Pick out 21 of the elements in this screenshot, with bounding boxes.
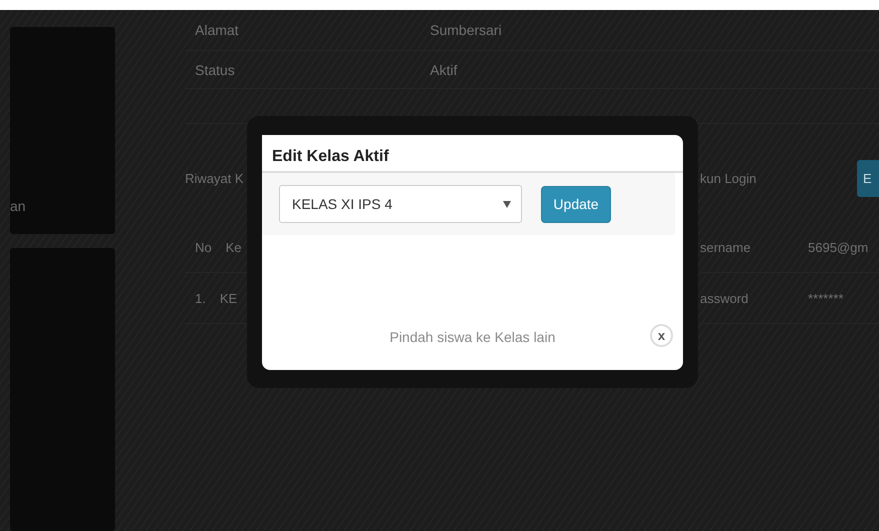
column-header: No bbox=[195, 240, 212, 254]
field-value: 5695@gm bbox=[808, 240, 868, 254]
field-value: Sumbersari bbox=[430, 22, 502, 38]
table-cell: KE bbox=[220, 290, 238, 306]
field-value: ******* bbox=[808, 290, 844, 306]
column-header: Ke bbox=[226, 240, 242, 254]
close-button[interactable]: x bbox=[650, 324, 673, 347]
table-cell: 1. bbox=[195, 290, 206, 306]
field-label: Status bbox=[195, 62, 235, 78]
sidebar-item[interactable]: an bbox=[10, 198, 26, 214]
field-label: Alamat bbox=[195, 22, 239, 38]
update-button[interactable]: Update bbox=[541, 186, 611, 222]
caret-icon bbox=[503, 200, 511, 208]
field-label: assword bbox=[700, 290, 748, 306]
section-heading: Riwayat K bbox=[185, 170, 244, 186]
modal-footer-text: Pindah siswa ke Kelas lain bbox=[390, 329, 556, 345]
edit-button[interactable]: E bbox=[857, 160, 879, 196]
section-heading: kun Login bbox=[700, 170, 756, 186]
class-select[interactable]: KELAS XI IPS 4 bbox=[279, 185, 522, 223]
field-label: sername bbox=[700, 240, 751, 254]
field-value: Aktif bbox=[430, 62, 458, 78]
